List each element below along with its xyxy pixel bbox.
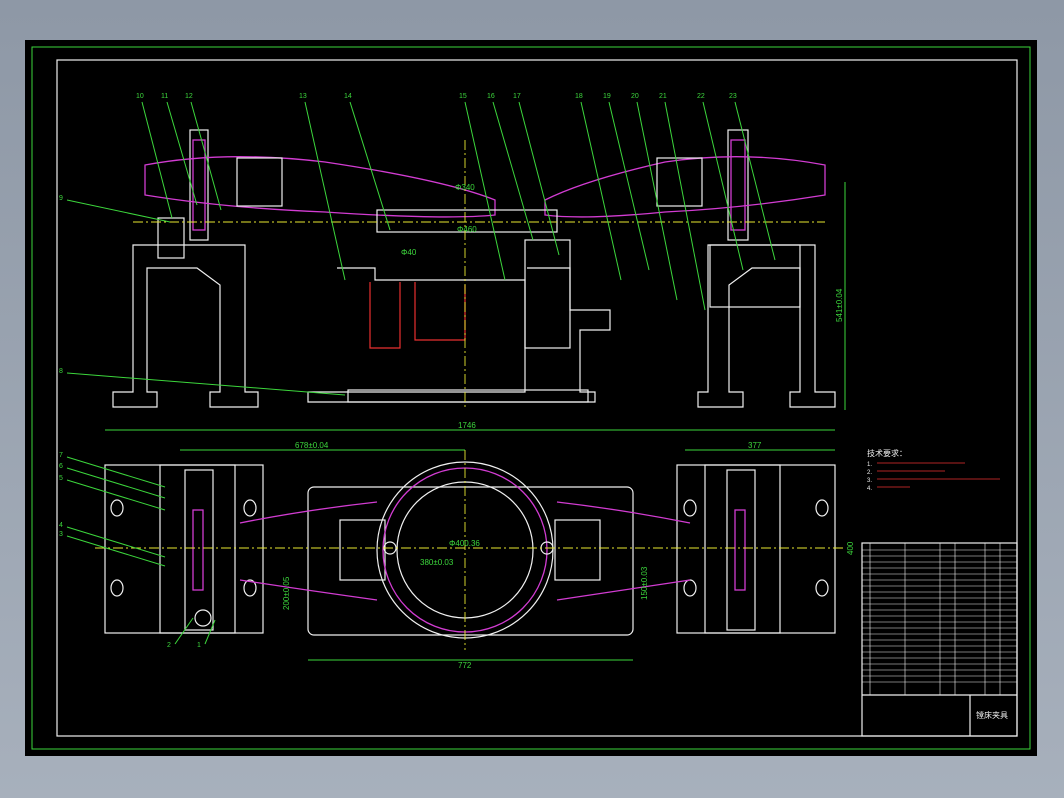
- dim-150: 150±0.03: [640, 566, 649, 600]
- left-plan-post: [184, 469, 214, 631]
- balloon-label: 1: [197, 642, 201, 649]
- balloon-label: 8: [59, 368, 63, 375]
- dim-phi400: Φ400.36: [449, 539, 480, 548]
- balloon-leader: [349, 101, 391, 231]
- balloon-label: 17: [513, 93, 521, 100]
- dim-772: 772: [458, 661, 472, 670]
- right-clamp-screw: [730, 139, 746, 231]
- title-block: 镗床夹具: [861, 542, 1018, 737]
- dim-380: 380±0.03: [420, 558, 454, 567]
- dim-377: 377: [748, 441, 762, 450]
- balloon-label: 19: [603, 93, 611, 100]
- hidden-lines: [369, 282, 466, 349]
- center-plan-base: [307, 486, 634, 636]
- drawing-canvas: Φ340 Φ460 Φ40 541±0.04 10 11 12 13 14 15 16 17 1…: [31, 46, 1031, 750]
- left-plan-knob: [194, 609, 212, 627]
- right-plan-screw: [734, 509, 746, 591]
- balloon-label: 10: [136, 93, 144, 100]
- dim-1746: 1746: [458, 421, 476, 430]
- balloon-label: 2: [167, 642, 171, 649]
- center-base: [307, 267, 611, 403]
- balloon-label: 16: [487, 93, 495, 100]
- balloon-label: 9: [59, 195, 63, 202]
- guide-bushing: [524, 239, 571, 349]
- balloon-label: 3: [59, 531, 63, 538]
- center-plan-right-lug: [554, 519, 601, 581]
- balloon-group-plan: 7 6 5 4 3 2 1: [59, 452, 216, 649]
- dim-phi460: Φ460: [457, 225, 477, 234]
- balloon-label: 23: [729, 93, 737, 100]
- left-plan-block: [104, 464, 264, 634]
- slot-rr1: [815, 499, 829, 517]
- balloon-leader: [304, 101, 346, 281]
- dim-541: 541±0.04: [835, 288, 844, 322]
- balloon-label: 6: [59, 463, 63, 470]
- note-3: 3.: [867, 478, 872, 484]
- knurl-left: [236, 157, 283, 207]
- dim-678: 678±0.04: [295, 441, 329, 450]
- balloon-label: 22: [697, 93, 705, 100]
- slot-ll1: [110, 499, 124, 517]
- slot-rr2: [815, 579, 829, 597]
- dim-200: 200±0.05: [282, 576, 291, 610]
- balloon-leader: [66, 479, 166, 511]
- balloon-leader: [66, 372, 346, 396]
- drawing-name: 镗床夹具: [976, 710, 1008, 720]
- balloon-leader: [66, 526, 166, 558]
- right-plan-post: [726, 469, 756, 631]
- balloon-leader: [190, 101, 222, 211]
- note-1: 1.: [867, 462, 872, 468]
- notes-title: 技术要求：: [867, 448, 907, 458]
- balloon-leader: [141, 101, 173, 219]
- dim-phi40: Φ40: [401, 248, 417, 257]
- balloon-leader: [734, 101, 776, 261]
- right-plan-block: [676, 464, 836, 634]
- left-clamp-screw: [192, 139, 206, 231]
- workpiece-left: [144, 156, 496, 218]
- dim-phi340: Φ340: [455, 183, 475, 192]
- center-plan-left-lug: [339, 519, 386, 581]
- balloon-label: 11: [161, 93, 168, 100]
- knurl-right: [656, 157, 703, 207]
- left-clamp-block: [157, 217, 185, 259]
- balloon-label: 21: [659, 93, 667, 100]
- balloon-group-top: 10 11 12 13 14 15 16 17 18 19 20 21 22 23: [136, 93, 776, 311]
- parts-list: [862, 543, 1017, 695]
- balloon-label: 4: [59, 522, 63, 529]
- dim-400: 400: [846, 541, 855, 555]
- balloon-leader: [492, 101, 534, 241]
- balloon-leader: [66, 199, 171, 223]
- balloon-label: 20: [631, 93, 639, 100]
- balloon-label: 12: [185, 93, 193, 100]
- left-plan-inner: [159, 464, 236, 634]
- note-4: 4.: [867, 486, 872, 492]
- note-2: 2.: [867, 470, 872, 476]
- slot-ll2: [110, 579, 124, 597]
- title-block-frame: [861, 542, 1018, 737]
- balloon-label: 15: [459, 93, 467, 100]
- balloon-leader: [608, 101, 650, 271]
- right-support: [697, 244, 836, 408]
- slot-rl2: [683, 579, 697, 597]
- balloon-label: 13: [299, 93, 307, 100]
- balloon-leader: [204, 619, 216, 645]
- balloon-label: 14: [344, 93, 352, 100]
- right-support-head: [709, 244, 801, 308]
- cad-viewport[interactable]: Φ340 Φ460 Φ40 541±0.04 10 11 12 13 14 15 16 17 1…: [25, 40, 1037, 756]
- slot-rl1: [683, 499, 697, 517]
- balloon-label: 7: [59, 452, 63, 459]
- plan-view: 1746 678±0.04 377 Φ400.36 380±0.03 200±0…: [95, 421, 855, 670]
- balloon-leader: [174, 617, 194, 645]
- left-plan-screw: [192, 509, 204, 591]
- technical-notes: 技术要求： 1. 2. 3. 4.: [867, 448, 1000, 492]
- balloon-leader: [66, 535, 166, 567]
- front-view: Φ340 Φ460 Φ40 541±0.04: [112, 129, 846, 410]
- balloon-label: 18: [575, 93, 583, 100]
- slot-lr1: [243, 499, 257, 517]
- balloon-group-left: 98: [59, 195, 346, 396]
- balloon-label: 5: [59, 475, 63, 482]
- right-plan-inner: [704, 464, 781, 634]
